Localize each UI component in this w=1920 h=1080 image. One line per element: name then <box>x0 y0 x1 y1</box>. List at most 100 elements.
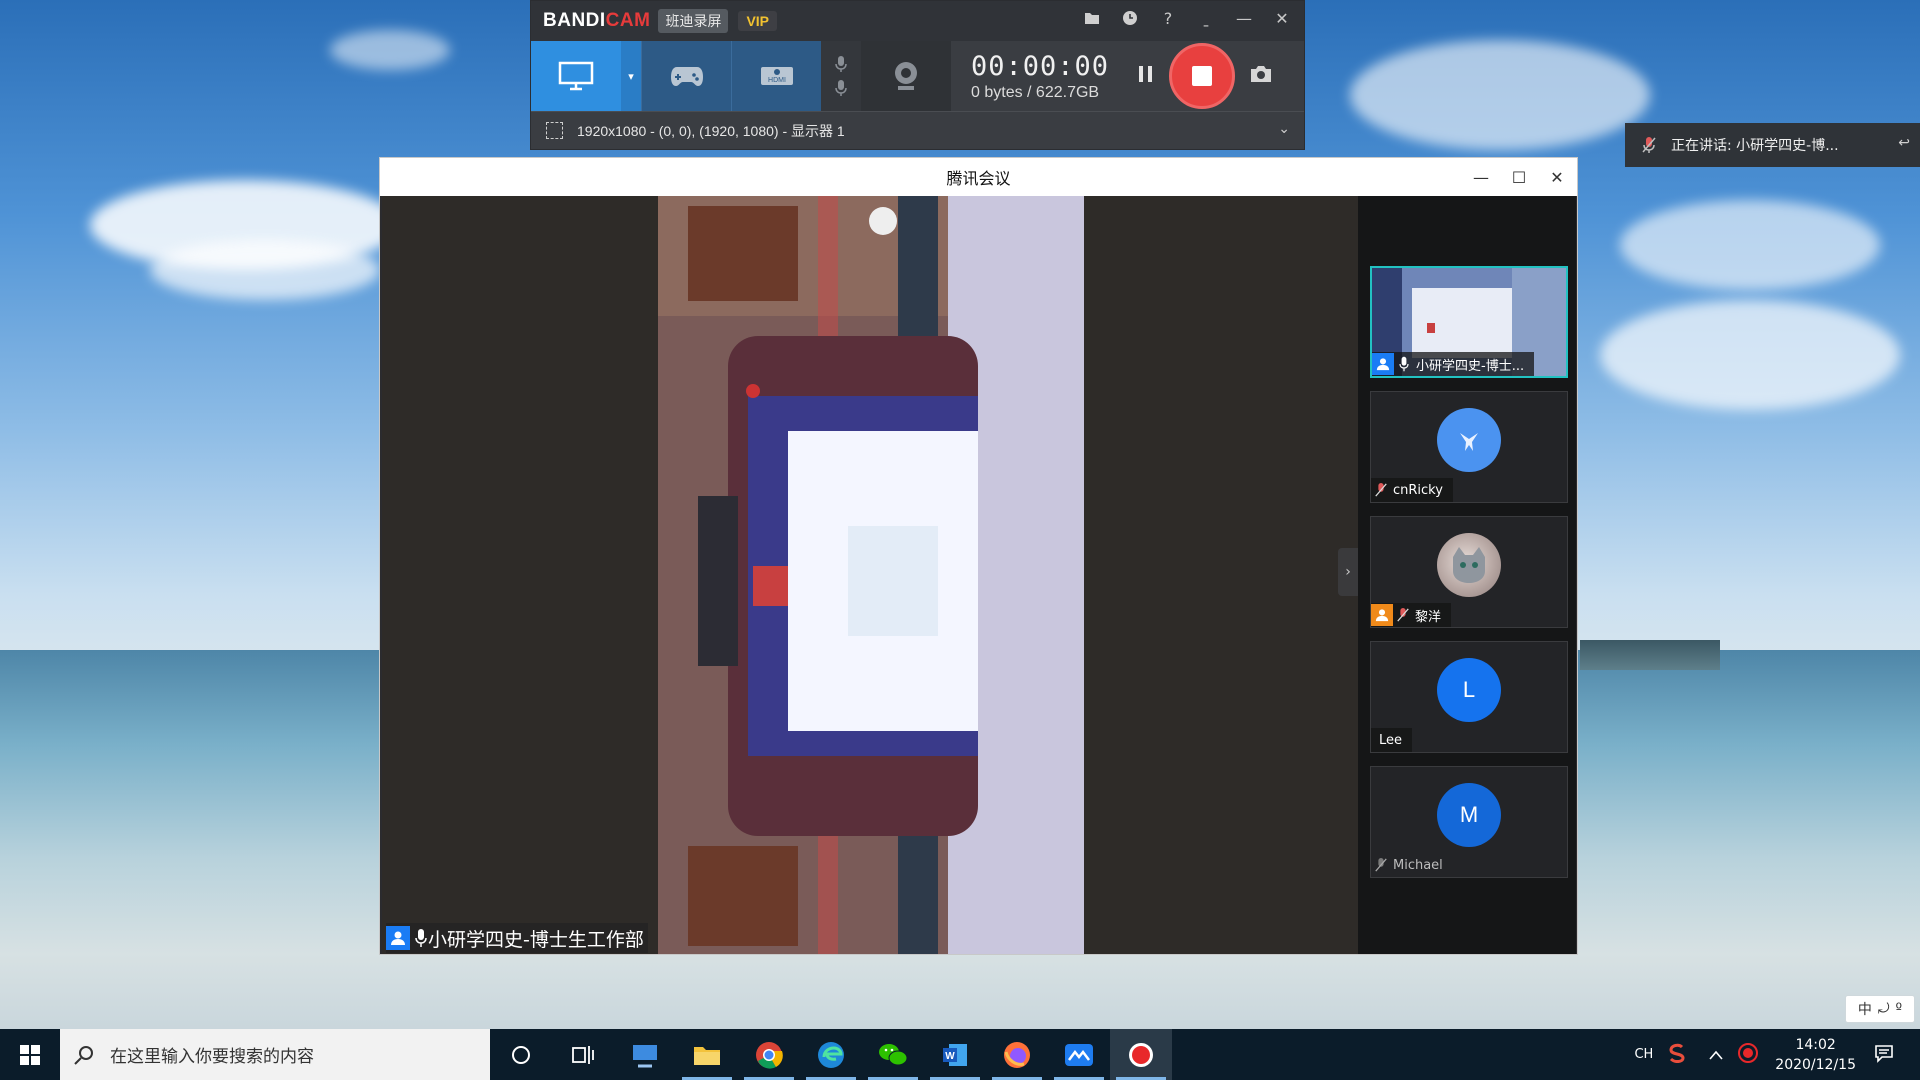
speaking-notification[interactable]: 正在讲话: 小研学四史-博... ↩ <box>1625 123 1920 167</box>
search-placeholder: 在这里输入你要搜索的内容 <box>110 1047 314 1067</box>
input-language[interactable]: CH <box>1634 1047 1653 1062</box>
folder-icon[interactable] <box>1076 5 1108 31</box>
ime-punctuation-icon: º <box>1895 1001 1903 1017</box>
avatar: L <box>1437 658 1501 722</box>
task-view-button[interactable] <box>552 1029 614 1080</box>
screen-mode-dropdown[interactable]: ▾ <box>621 41 641 111</box>
pause-button[interactable] <box>1137 64 1155 88</box>
monitor-icon <box>558 61 594 91</box>
participant-tile[interactable]: cnRicky <box>1370 391 1568 503</box>
participant-name: 小研学四史-博士... <box>1416 358 1525 374</box>
gamepad-icon <box>670 67 703 86</box>
main-video[interactable] <box>658 196 1084 954</box>
avatar <box>1437 533 1501 597</box>
window-title: 腾讯会议 <box>946 169 1011 188</box>
hdmi-icon: HDMI <box>760 67 793 85</box>
start-button[interactable] <box>0 1029 60 1080</box>
taskbar: 在这里输入你要搜索的内容 W CH 14:02 2020/12/15 <box>0 1029 1920 1080</box>
chevron-down-icon[interactable]: ⌄ <box>1278 120 1290 137</box>
chevron-up-icon[interactable] <box>1709 1045 1723 1064</box>
ime-indicator[interactable]: 中 ⤾ º <box>1845 995 1915 1023</box>
taskbar-app[interactable] <box>986 1029 1048 1080</box>
svg-text:HDMI: HDMI <box>768 77 786 84</box>
taskbar-app[interactable] <box>800 1029 862 1080</box>
muted-microphone-icon <box>1393 605 1413 625</box>
compact-mode-button[interactable]: ˍ <box>1190 5 1222 31</box>
wechat-icon <box>879 1043 908 1065</box>
edge-icon <box>818 1041 844 1068</box>
close-button[interactable]: ✕ <box>1543 164 1571 190</box>
close-button[interactable]: ✕ <box>1266 5 1298 31</box>
firefox-icon <box>1004 1041 1030 1068</box>
screenshot-button[interactable] <box>1249 64 1273 88</box>
cortana-button[interactable] <box>490 1029 552 1080</box>
capture-region-bar[interactable]: 1920x1080 - (0, 0), (1920, 1080) - 显示器 1… <box>531 111 1304 149</box>
taskbar-app[interactable] <box>862 1029 924 1080</box>
muted-microphone-icon <box>1642 137 1656 153</box>
clock-icon[interactable] <box>1114 5 1146 31</box>
maximize-button[interactable]: ☐ <box>1505 164 1533 190</box>
participant-tile[interactable]: 小研学四史-博士... <box>1370 266 1568 378</box>
remote-desktop-icon <box>633 1044 657 1067</box>
svg-text:W: W <box>945 1051 955 1062</box>
bird-avatar-icon <box>1460 433 1478 451</box>
help-icon[interactable]: ? <box>1152 5 1184 31</box>
tencent-meeting-icon <box>1065 1043 1093 1066</box>
taskbar-app[interactable] <box>1110 1029 1172 1080</box>
chevron-right-icon: › <box>1345 564 1351 580</box>
taskbar-app[interactable] <box>676 1029 738 1080</box>
stop-recording-button[interactable] <box>1169 43 1235 109</box>
taskbar-search[interactable]: 在这里输入你要搜索的内容 <box>60 1029 490 1080</box>
participant-label: 小研学四史-博士... <box>1372 352 1535 376</box>
minimize-button[interactable]: — <box>1467 164 1495 190</box>
taskbar-app[interactable]: W <box>924 1029 986 1080</box>
ime-language: 中 <box>1857 1002 1872 1018</box>
chrome-icon <box>756 1041 783 1069</box>
muted-microphone-icon <box>1371 480 1391 500</box>
screen-recording-mode-button[interactable] <box>531 41 621 111</box>
audio-sources <box>821 41 861 111</box>
pause-icon <box>1139 66 1152 82</box>
clock-time: 14:02 <box>1795 1036 1836 1053</box>
participant-name: Lee <box>1379 732 1403 748</box>
search-icon <box>74 1045 93 1065</box>
participant-label: Lee <box>1371 728 1413 752</box>
game-recording-mode-button[interactable] <box>641 41 731 111</box>
task-view-icon <box>572 1045 594 1064</box>
sogou-ime-icon[interactable] <box>1667 1043 1687 1067</box>
participant-label: Michael <box>1371 853 1453 877</box>
participant-label: cnRicky <box>1371 478 1453 502</box>
hdmi-recording-mode-button[interactable]: HDMI <box>731 41 821 111</box>
participant-tile[interactable]: M Michael <box>1370 766 1568 878</box>
ime-mode-icon: ⤾ <box>1877 1001 1890 1017</box>
rotated-conference-video <box>658 196 1084 954</box>
taskbar-app[interactable] <box>614 1029 676 1080</box>
collapse-panel-button[interactable]: › <box>1338 548 1358 596</box>
webcam-toggle[interactable] <box>861 41 951 111</box>
capture-region-text: 1920x1080 - (0, 0), (1920, 1080) - 显示器 1 <box>577 122 845 139</box>
select-region-icon <box>546 122 563 139</box>
record-tray-icon[interactable] <box>1737 1042 1759 1068</box>
notification-center-icon[interactable] <box>1874 1043 1894 1067</box>
bandicam-titlebar: BANDICAM 班迪录屏 VIP ? ˍ — ✕ <box>531 1 1304 41</box>
taskbar-app[interactable] <box>738 1029 800 1080</box>
participant-tile[interactable]: L Lee <box>1370 641 1568 753</box>
user-icon <box>386 926 410 950</box>
bandicam-toolbar: BANDICAM 班迪录屏 VIP ? ˍ — ✕ ▾ HDMI 00:00:0… <box>530 0 1305 150</box>
meeting-titlebar: 腾讯会议 — ☐ ✕ <box>380 158 1577 196</box>
vip-badge: VIP <box>738 11 778 31</box>
microphone-icon[interactable] <box>833 79 849 97</box>
speaker-icon[interactable] <box>833 55 849 73</box>
main-speaker-name: 小研学四史-博士生工作部 <box>428 928 644 951</box>
cortana-icon <box>512 1045 530 1064</box>
avatar <box>1437 408 1501 472</box>
bandicam-record-icon <box>1129 1042 1153 1067</box>
return-icon[interactable]: ↩ <box>1898 135 1910 151</box>
meeting-content: 小研学四史-博士生工作部 › 小研学四史-博士... cnRicky 黎洋 L … <box>382 196 1576 954</box>
taskbar-app[interactable] <box>1048 1029 1110 1080</box>
participant-tile[interactable]: 黎洋 <box>1370 516 1568 628</box>
minimize-button[interactable]: — <box>1228 5 1260 31</box>
word-icon: W <box>943 1043 967 1066</box>
user-icon <box>1372 353 1394 375</box>
taskbar-clock[interactable]: 14:02 2020/12/15 <box>1775 1035 1856 1075</box>
